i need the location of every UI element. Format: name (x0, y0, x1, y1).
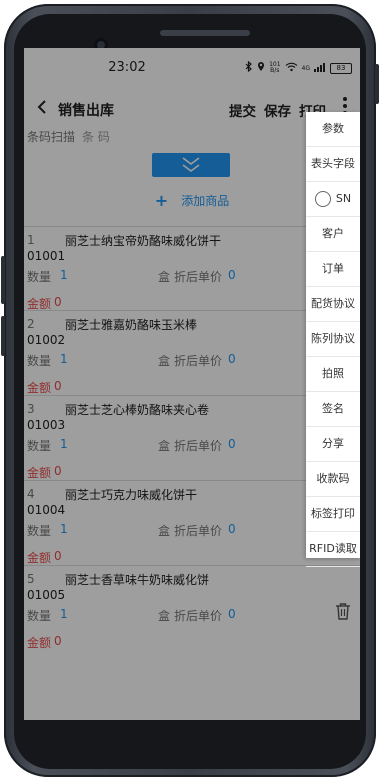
menu-item-params[interactable]: 参数 (306, 112, 360, 147)
menu-item-photo[interactable]: 拍照 (306, 357, 360, 392)
earpiece-speaker (160, 30, 250, 36)
app-screen: 23:02 101 B/s 4G 83 销售出库 提交 保存 条码扫描 条 码 … (24, 48, 360, 720)
menu-item-customer[interactable]: 客户 (306, 217, 360, 252)
power-button (1, 316, 5, 356)
menu-item-label-print[interactable]: 标签打印 (306, 497, 360, 532)
menu-item-display-agreement[interactable]: 陈列协议 (306, 322, 360, 357)
volume-button (1, 256, 5, 304)
sn-label: SN (335, 192, 352, 205)
sn-radio[interactable] (314, 191, 331, 207)
overflow-menu: 参数 表头字段 SN 客户 订单 配货协议 陈列协议 拍照 签名 分享 收款码 … (306, 112, 360, 567)
menu-item-signature[interactable]: 签名 (306, 392, 360, 427)
screen: 23:02 101 B/s 4G 83 销售出库 提交 保存 条码扫描 条 码 … (24, 48, 360, 720)
menu-item-order[interactable]: 订单 (306, 252, 360, 287)
menu-item-rfid-read[interactable]: RFID读取 (306, 532, 360, 567)
menu-item-sn[interactable]: SN (306, 182, 360, 217)
system-nav-area (24, 720, 360, 754)
side-button-right (375, 64, 379, 104)
menu-item-share[interactable]: 分享 (306, 427, 360, 462)
menu-item-header-fields[interactable]: 表头字段 (306, 147, 360, 182)
menu-item-distribution-agreement[interactable]: 配货协议 (306, 287, 360, 322)
menu-item-payment-code[interactable]: 收款码 (306, 462, 360, 497)
